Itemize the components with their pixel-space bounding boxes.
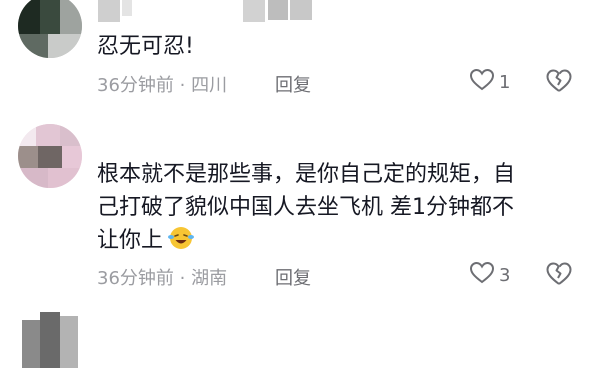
redacted-username-bar xyxy=(122,0,132,16)
avatar[interactable] xyxy=(22,312,78,368)
reply-button[interactable]: 回复 xyxy=(275,264,311,290)
comment-location: 湖南 xyxy=(191,268,228,289)
comment-text-line: 让你上 xyxy=(97,228,164,253)
heart-outline-icon xyxy=(469,261,495,290)
meta-separator: · xyxy=(179,268,186,289)
comment-location: 四川 xyxy=(191,75,228,96)
broken-heart-icon xyxy=(545,69,573,98)
crying-laughing-emoji xyxy=(167,225,195,261)
like-button[interactable]: 3 xyxy=(469,261,510,290)
reply-button[interactable]: 回复 xyxy=(275,71,311,97)
avatar[interactable] xyxy=(18,124,82,188)
comment-text: 忍无可忍! xyxy=(97,34,194,59)
comment-text: 根本就不是那些事，是你自己定的规矩，自 己打破了貌似中国人去坐飞机 差1分钟都不… xyxy=(97,158,515,261)
redacted-username-bar xyxy=(290,0,312,20)
comment-text-line: 根本就不是那些事，是你自己定的规矩，自 xyxy=(97,162,516,187)
comment-time: 36分钟前 xyxy=(97,268,174,289)
comment-meta: 36分钟前 · 湖南 xyxy=(97,264,227,290)
like-button[interactable]: 1 xyxy=(469,68,510,97)
comment-text-line: 己打破了貌似中国人去坐飞机 差1分钟都不 xyxy=(97,195,514,220)
like-count: 1 xyxy=(499,72,511,93)
heart-outline-icon xyxy=(469,68,495,97)
dislike-button[interactable] xyxy=(545,68,573,98)
comment-meta: 36分钟前 · 四川 xyxy=(97,71,227,97)
like-count: 3 xyxy=(499,265,511,286)
redacted-username-bar xyxy=(98,0,120,22)
redacted-username-bar xyxy=(268,0,288,20)
broken-heart-icon xyxy=(545,262,573,291)
avatar[interactable] xyxy=(18,0,82,58)
meta-separator: · xyxy=(179,75,186,96)
comment-time: 36分钟前 xyxy=(97,75,174,96)
dislike-button[interactable] xyxy=(545,261,573,291)
redacted-username-bar xyxy=(243,0,265,22)
